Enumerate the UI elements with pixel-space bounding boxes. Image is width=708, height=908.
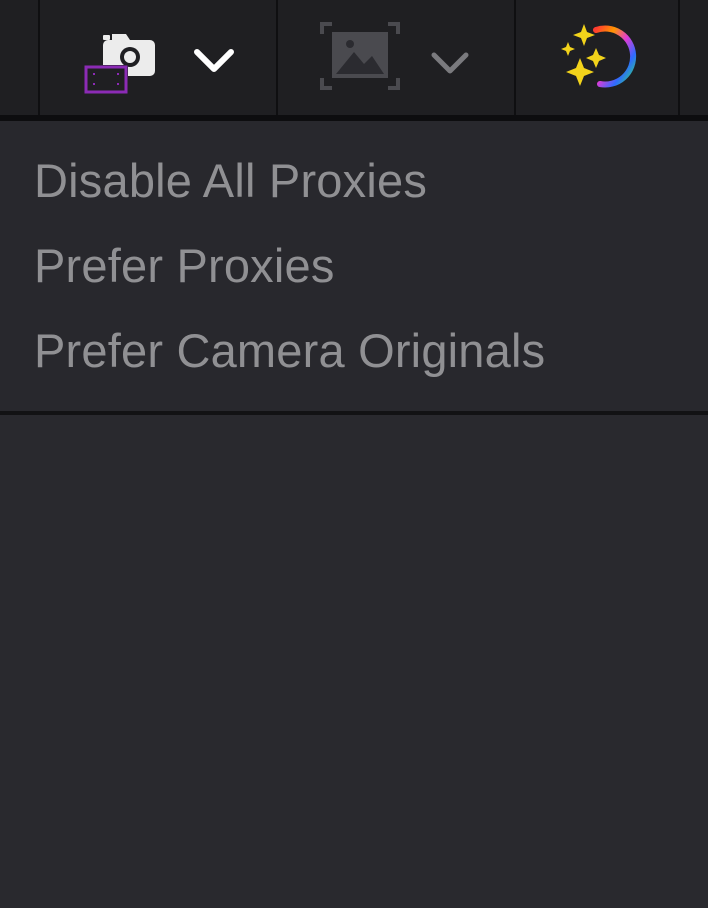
proxy-mode-button[interactable]: [40, 0, 276, 115]
menu-item-disable-all-proxies[interactable]: Disable All Proxies: [34, 141, 427, 221]
chevron-down-icon[interactable]: [192, 42, 236, 76]
proxy-dropdown-menu: Disable All Proxies Prefer Proxies Prefe…: [0, 121, 708, 411]
color-effects-button[interactable]: [516, 0, 678, 115]
viewer-panel: [0, 415, 708, 908]
image-frame-button[interactable]: [278, 0, 514, 115]
image-frame-icon: [320, 22, 400, 90]
sparkle-color-wheel-icon: [561, 24, 637, 88]
top-toolbar: [0, 0, 708, 115]
toolbar-separator: [678, 0, 680, 115]
menu-item-prefer-proxies[interactable]: Prefer Proxies: [34, 226, 335, 306]
proxy-camera-icon: [84, 34, 155, 94]
chevron-down-icon[interactable]: [428, 46, 472, 80]
menu-item-prefer-camera-originals[interactable]: Prefer Camera Originals: [34, 311, 545, 391]
